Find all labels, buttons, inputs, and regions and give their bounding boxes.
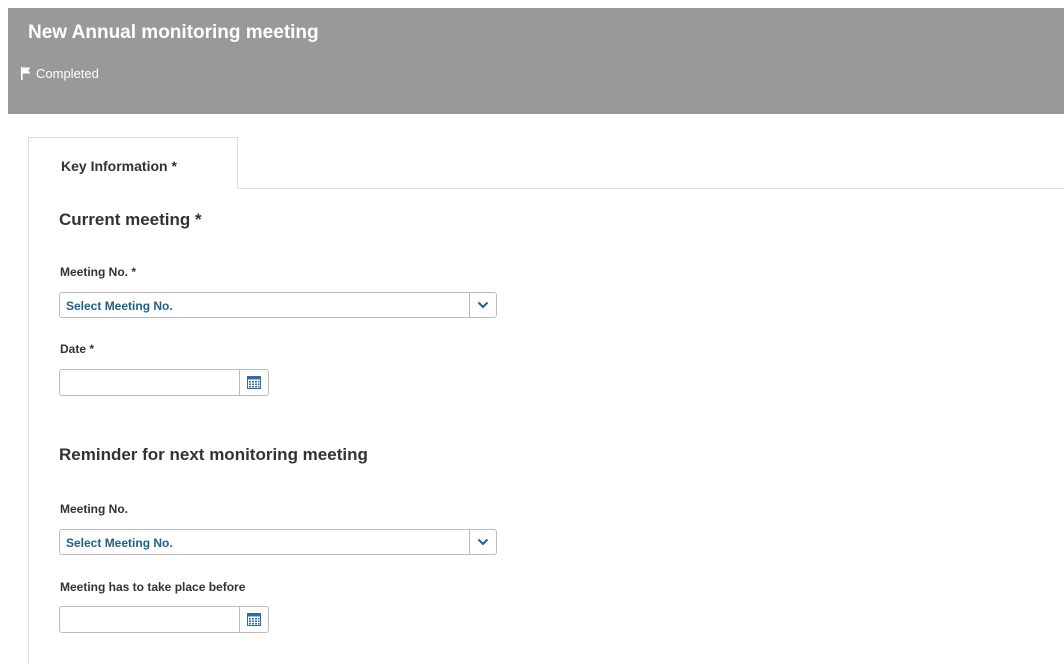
section-title-current-meeting: Current meeting * bbox=[59, 210, 202, 229]
form-panel: Key Information * Current meeting * Meet… bbox=[28, 137, 1064, 664]
reminder-meeting-no-label: Meeting No. bbox=[60, 502, 128, 516]
page-header: New Annual monitoring meeting Completed bbox=[8, 8, 1064, 114]
date-field[interactable] bbox=[59, 369, 269, 396]
status-label: Completed bbox=[36, 66, 99, 81]
reminder-meeting-no-select[interactable]: Select Meeting No. bbox=[59, 529, 497, 555]
section-title-reminder: Reminder for next monitoring meeting bbox=[59, 445, 368, 464]
tab-label: Key Information * bbox=[61, 158, 177, 174]
calendar-icon[interactable] bbox=[239, 370, 268, 395]
meeting-no-select-value: Select Meeting No. bbox=[66, 299, 173, 313]
take-place-before-input[interactable] bbox=[60, 607, 240, 632]
date-label: Date * bbox=[60, 342, 95, 356]
tab-key-information[interactable]: Key Information * bbox=[29, 137, 238, 189]
reminder-meeting-no-select-value: Select Meeting No. bbox=[66, 536, 173, 550]
calendar-icon[interactable] bbox=[239, 607, 268, 632]
meeting-no-select[interactable]: Select Meeting No. bbox=[59, 292, 497, 318]
chevron-down-icon[interactable] bbox=[469, 293, 496, 317]
meeting-no-label: Meeting No. * bbox=[60, 265, 137, 279]
page-title: New Annual monitoring meeting bbox=[28, 22, 319, 43]
status-indicator: Completed bbox=[21, 66, 99, 81]
flag-icon bbox=[21, 67, 31, 80]
take-place-before-field[interactable] bbox=[59, 606, 269, 633]
take-place-before-label: Meeting has to take place before bbox=[60, 580, 246, 594]
date-input[interactable] bbox=[60, 370, 240, 395]
chevron-down-icon[interactable] bbox=[469, 530, 496, 554]
